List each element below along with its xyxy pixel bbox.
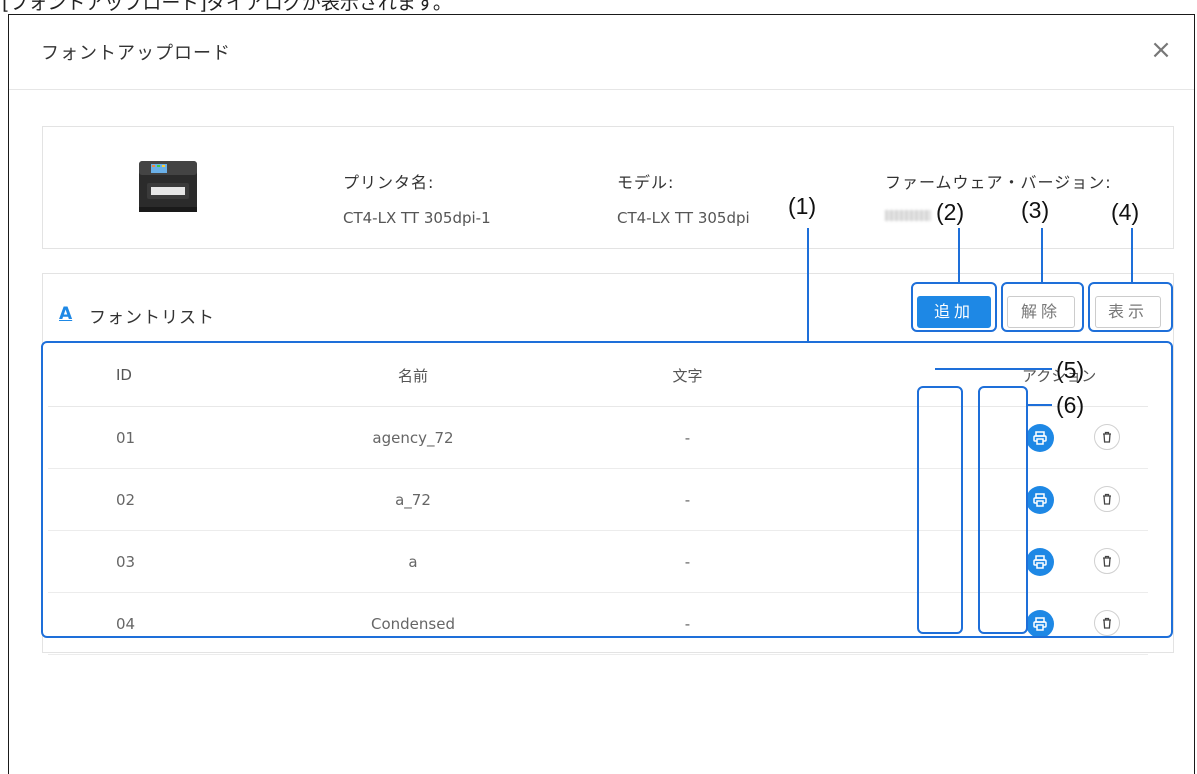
printer-name-label: プリンタ名: (343, 173, 435, 192)
instruction-caption: [フォントアップロード]ダイアログが表示されます。 (2, 0, 452, 14)
marker-4: (4) (1111, 199, 1140, 225)
printer-name-value: CT4-LX TT 305dpi-1 (343, 209, 491, 227)
model-value: CT4-LX TT 305dpi (617, 209, 750, 227)
leader-6 (1028, 404, 1052, 406)
firmware-label: ファームウェア・バージョン: (885, 173, 1112, 192)
printer-image (139, 161, 197, 212)
model-label: モデル: (617, 173, 675, 192)
marker-6: (6) (1056, 392, 1085, 418)
highlight-add (911, 282, 997, 332)
leader-5 (935, 368, 1052, 370)
font-a-icon: A (59, 304, 73, 324)
marker-1: (1) (788, 193, 817, 219)
leader-2 (958, 228, 960, 283)
close-icon[interactable]: × (1148, 37, 1174, 63)
marker-2: (2) (936, 199, 965, 225)
highlight-delete-column (978, 386, 1028, 634)
highlight-print-column (917, 386, 963, 634)
leader-4 (1131, 228, 1133, 283)
dialog-title: フォントアップロード (41, 43, 231, 64)
font-list-title: フォントリスト (89, 308, 215, 328)
header-divider (9, 89, 1194, 90)
printer-info-card: プリンタ名: CT4-LX TT 305dpi-1 モデル: CT4-LX TT… (42, 126, 1174, 249)
leader-1 (807, 228, 809, 342)
marker-5: (5) (1056, 357, 1085, 383)
highlight-show (1088, 282, 1173, 332)
firmware-value-blurred (885, 210, 931, 221)
highlight-release (1001, 282, 1084, 332)
leader-3 (1041, 228, 1043, 283)
marker-3: (3) (1021, 197, 1050, 223)
